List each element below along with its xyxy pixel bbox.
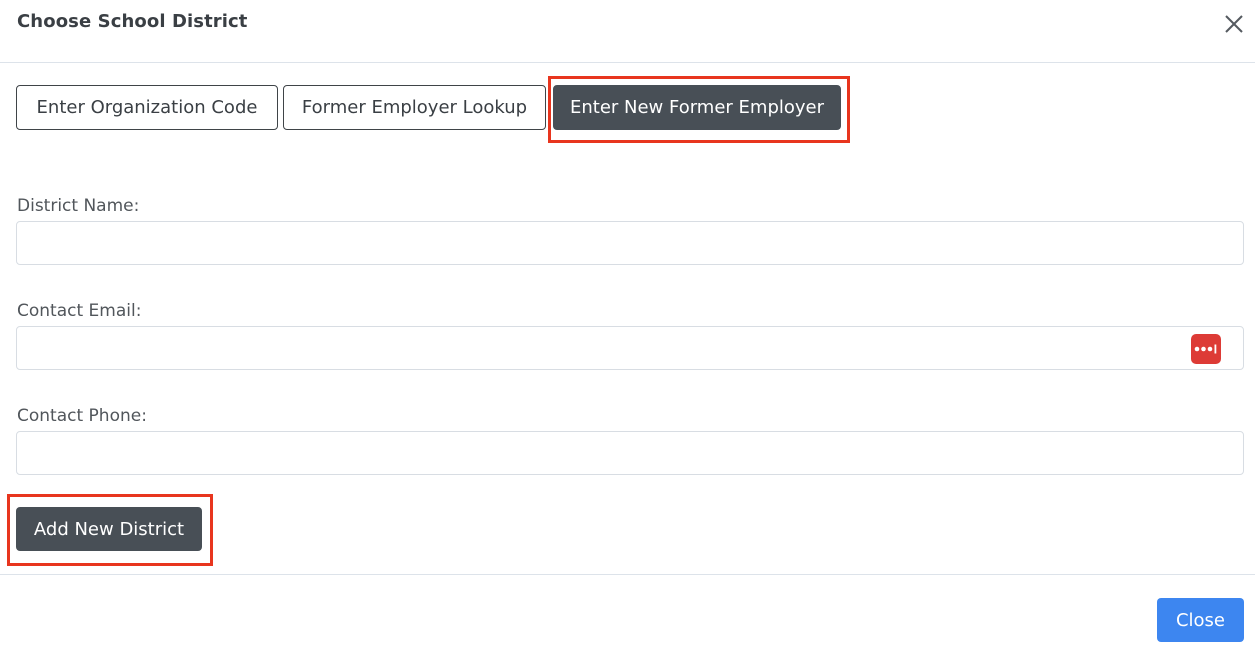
close-button[interactable]: Close xyxy=(1157,598,1244,642)
tab-former-employer-lookup[interactable]: Former Employer Lookup xyxy=(283,85,546,130)
modal-title: Choose School District xyxy=(17,11,248,32)
district-name-label: District Name: xyxy=(17,196,140,216)
add-new-district-button[interactable]: Add New District xyxy=(16,507,202,551)
tab-enter-new-former-employer[interactable]: Enter New Former Employer xyxy=(553,85,841,130)
district-name-input[interactable] xyxy=(16,221,1244,265)
modal-footer xyxy=(0,574,1255,655)
password-manager-icon[interactable] xyxy=(1191,334,1221,364)
modal-header: Choose School District xyxy=(0,0,1255,63)
contact-phone-label: Contact Phone: xyxy=(17,406,147,426)
contact-email-label: Contact Email: xyxy=(17,301,142,321)
tab-enter-organization-code[interactable]: Enter Organization Code xyxy=(16,85,278,130)
close-x-icon[interactable] xyxy=(1222,12,1246,36)
contact-email-input[interactable] xyxy=(16,326,1244,370)
contact-phone-input[interactable] xyxy=(16,431,1244,475)
